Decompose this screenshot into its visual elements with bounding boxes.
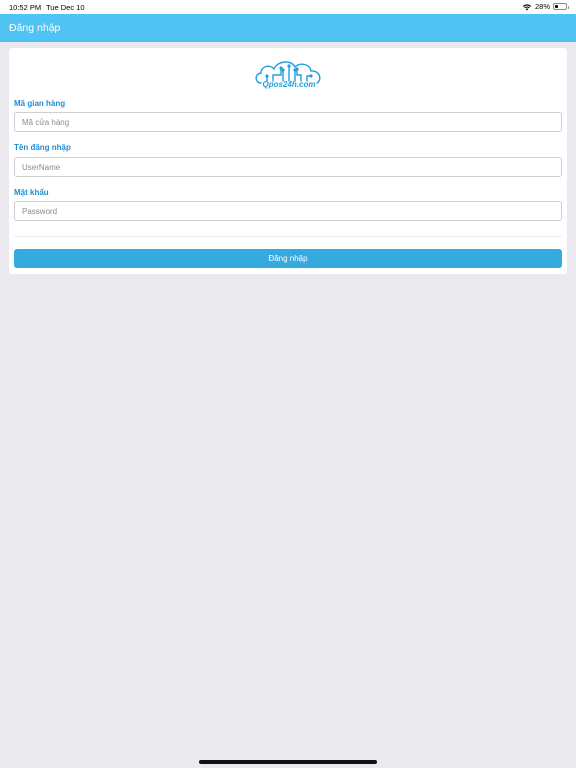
- login-button[interactable]: Đăng nhập: [14, 249, 562, 268]
- store-code-input[interactable]: [14, 112, 562, 132]
- battery-fill: [555, 5, 558, 8]
- logo-text: Qpos24h.com: [263, 80, 316, 89]
- cloud-network-logo: Qpos24h.com: [255, 61, 321, 89]
- status-time: 10:52 PM: [9, 3, 42, 12]
- password-label: Mật khẩu: [14, 188, 49, 197]
- battery-icon: [553, 3, 569, 10]
- wifi-icon: [522, 3, 532, 10]
- login-card: Qpos24h.com Mã gian hàng Tên đăng nhập M…: [9, 48, 567, 274]
- username-label: Tên đăng nhập: [14, 143, 71, 152]
- home-indicator[interactable]: [199, 760, 377, 764]
- page-title: Đăng nhập: [9, 22, 61, 34]
- status-date: Tue Dec 10: [46, 3, 85, 12]
- username-input[interactable]: [14, 157, 562, 177]
- form-divider: [14, 236, 562, 237]
- status-bar: 10:52 PM Tue Dec 10 28%: [0, 0, 576, 14]
- battery-percent: 28%: [534, 2, 550, 11]
- status-right: 28%: [522, 2, 569, 11]
- nav-bar: Đăng nhập: [0, 14, 576, 42]
- store-code-label: Mã gian hàng: [14, 99, 66, 108]
- password-input[interactable]: [14, 201, 562, 221]
